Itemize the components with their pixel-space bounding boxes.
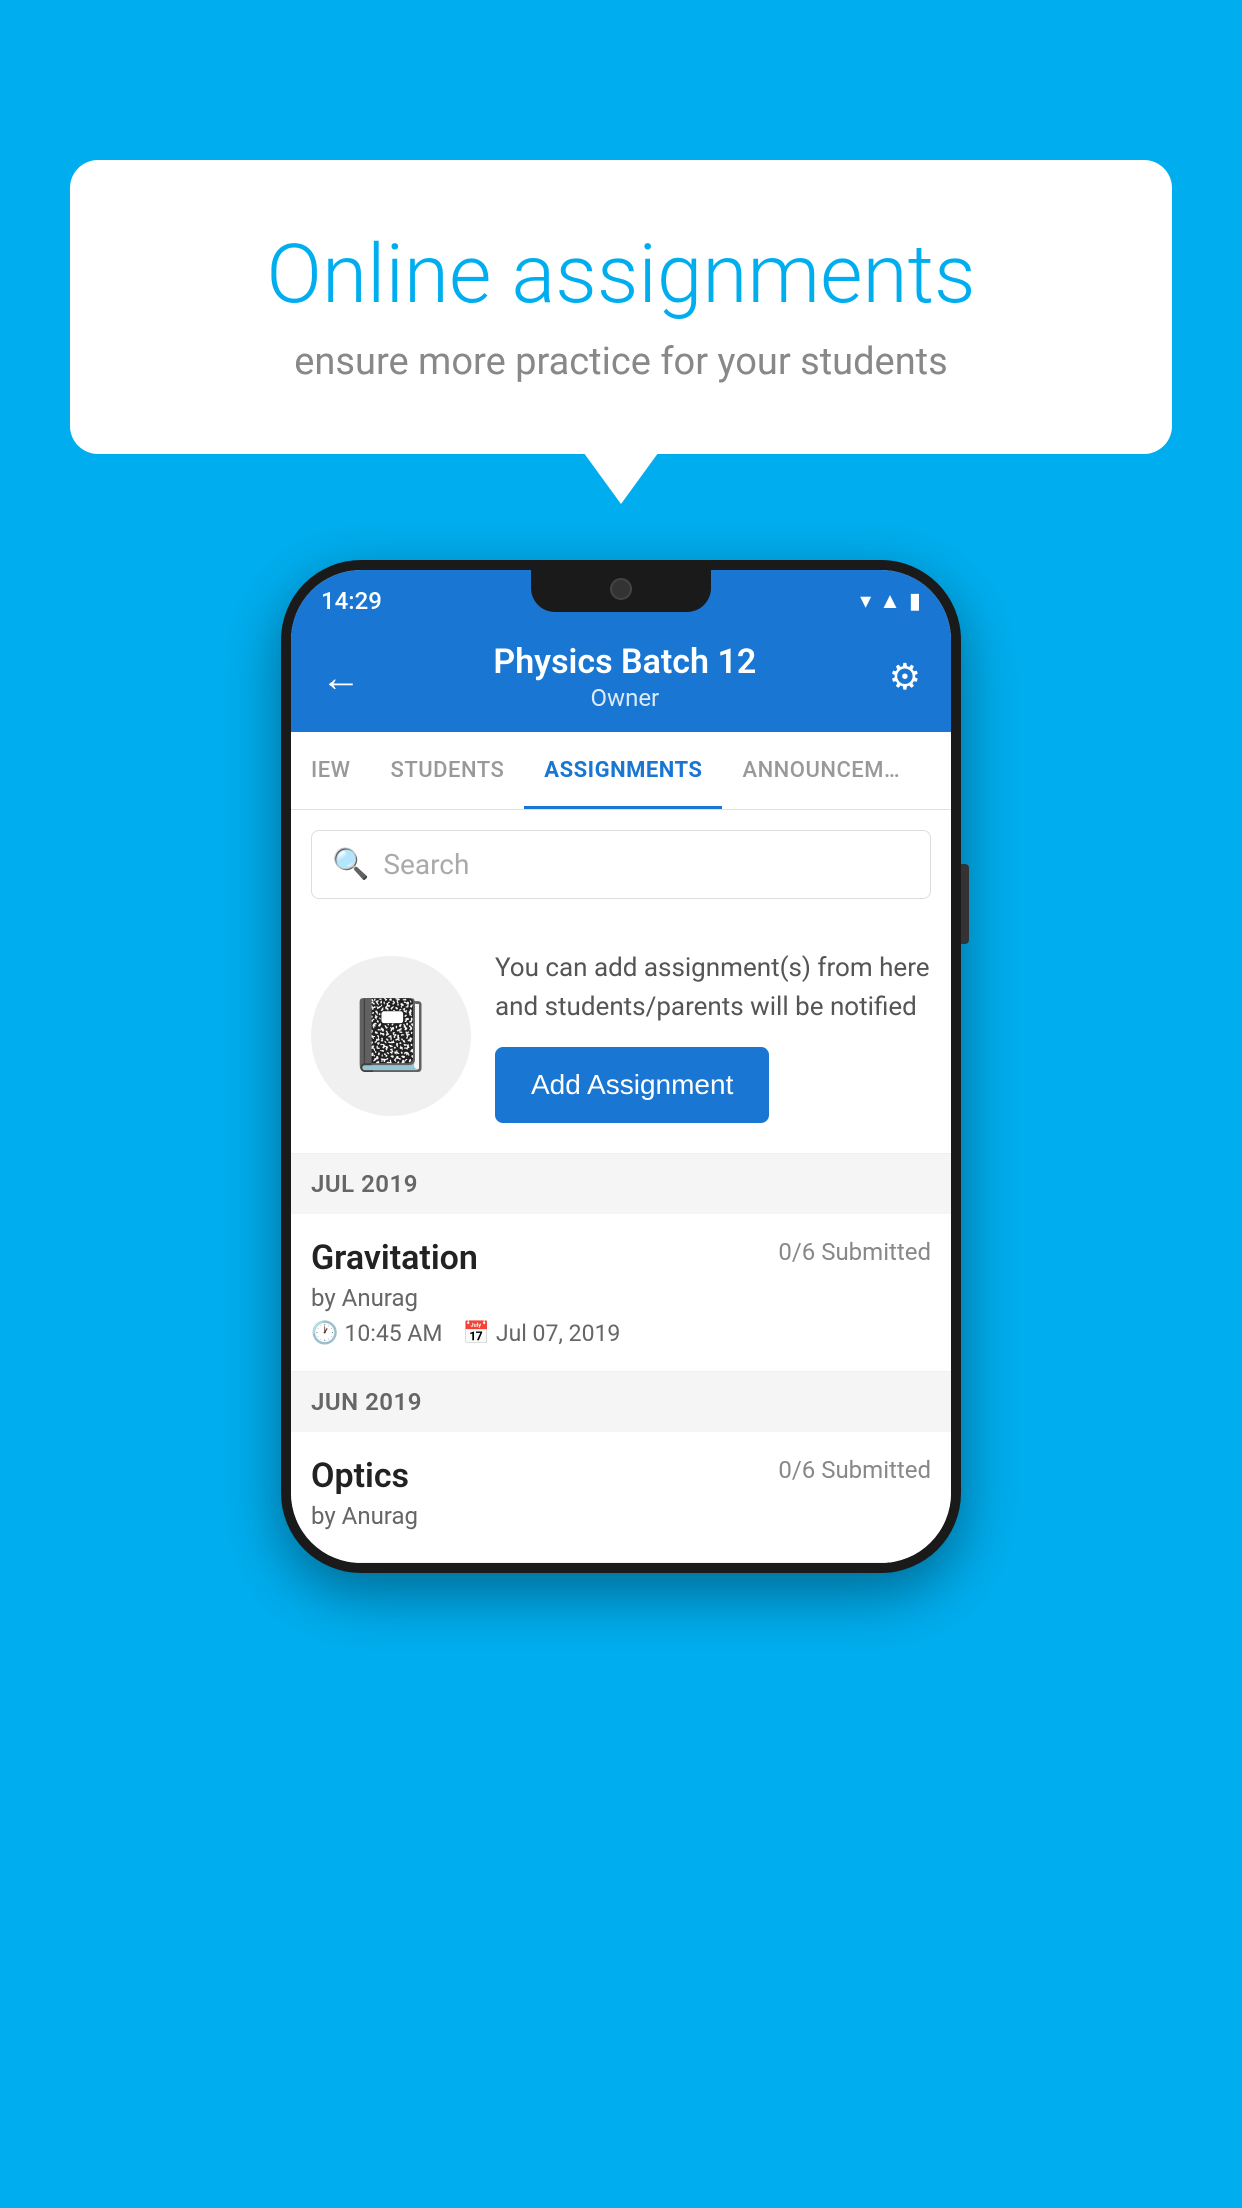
tab-announcements[interactable]: ANNOUNCEM… [722, 732, 920, 809]
promo-icon-circle: 📓 [311, 956, 471, 1116]
phone-camera [610, 578, 632, 600]
back-button[interactable]: ← [321, 654, 361, 701]
assignment-row: Gravitation 0/6 Submitted [311, 1238, 931, 1278]
header-title: Physics Batch 12 [493, 642, 756, 682]
search-placeholder: Search [383, 848, 469, 881]
search-bar[interactable]: 🔍 Search [311, 830, 931, 899]
add-assignment-promo: 📓 You can add assignment(s) from here an… [291, 919, 951, 1154]
settings-button[interactable]: ⚙ [889, 656, 921, 698]
assignment-date: 📅 Jul 07, 2019 [462, 1320, 620, 1347]
status-icons: ▾ ▲ ▮ [860, 588, 921, 614]
phone-mockup: 14:29 ▾ ▲ ▮ ← Physics Batch 12 Owner ⚙ I… [281, 560, 961, 1573]
assignment-time: 🕐 10:45 AM [311, 1320, 442, 1347]
assignment-author-optics: by Anurag [311, 1502, 931, 1530]
assignment-date-value: Jul 07, 2019 [496, 1320, 620, 1347]
promo-content: You can add assignment(s) from here and … [495, 949, 931, 1123]
assignment-name-optics: Optics [311, 1456, 409, 1496]
tab-iew[interactable]: IEW [291, 732, 371, 809]
speech-bubble-subtitle: ensure more practice for your students [150, 340, 1092, 384]
section-header-jun: JUN 2019 [291, 1372, 951, 1432]
search-container: 🔍 Search [291, 810, 951, 919]
tabs-container: IEW STUDENTS ASSIGNMENTS ANNOUNCEM… [291, 732, 951, 810]
assignment-row-optics: Optics 0/6 Submitted [311, 1456, 931, 1496]
assignment-author: by Anurag [311, 1284, 931, 1312]
add-assignment-button[interactable]: Add Assignment [495, 1047, 769, 1123]
tab-assignments[interactable]: ASSIGNMENTS [524, 732, 722, 809]
notebook-icon: 📓 [347, 995, 434, 1077]
clock-icon: 🕐 [311, 1321, 338, 1346]
status-time: 14:29 [321, 587, 382, 615]
assignment-name: Gravitation [311, 1238, 478, 1278]
header-title-section: Physics Batch 12 Owner [493, 642, 756, 712]
assignment-item-gravitation[interactable]: Gravitation 0/6 Submitted by Anurag 🕐 10… [291, 1214, 951, 1372]
header-subtitle: Owner [493, 684, 756, 712]
assignment-submitted-optics: 0/6 Submitted [778, 1456, 931, 1484]
calendar-icon: 📅 [462, 1321, 489, 1346]
phone-side-button [961, 864, 969, 944]
tab-students[interactable]: STUDENTS [371, 732, 525, 809]
promo-text: You can add assignment(s) from here and … [495, 949, 931, 1027]
assignment-time-value: 10:45 AM [344, 1320, 442, 1347]
phone-screen: 14:29 ▾ ▲ ▮ ← Physics Batch 12 Owner ⚙ I… [291, 570, 951, 1563]
app-header: ← Physics Batch 12 Owner ⚙ [291, 622, 951, 732]
assignment-submitted: 0/6 Submitted [778, 1238, 931, 1266]
signal-icon: ▲ [879, 588, 901, 614]
wifi-icon: ▾ [860, 589, 871, 614]
assignment-meta: 🕐 10:45 AM 📅 Jul 07, 2019 [311, 1320, 931, 1347]
phone-frame: 14:29 ▾ ▲ ▮ ← Physics Batch 12 Owner ⚙ I… [281, 560, 961, 1573]
section-header-jul: JUL 2019 [291, 1154, 951, 1214]
search-icon: 🔍 [332, 847, 369, 882]
speech-bubble: Online assignments ensure more practice … [70, 160, 1172, 454]
assignment-item-optics[interactable]: Optics 0/6 Submitted by Anurag [291, 1432, 951, 1563]
speech-bubble-container: Online assignments ensure more practice … [70, 160, 1172, 454]
battery-icon: ▮ [909, 589, 921, 614]
speech-bubble-title: Online assignments [150, 230, 1092, 320]
